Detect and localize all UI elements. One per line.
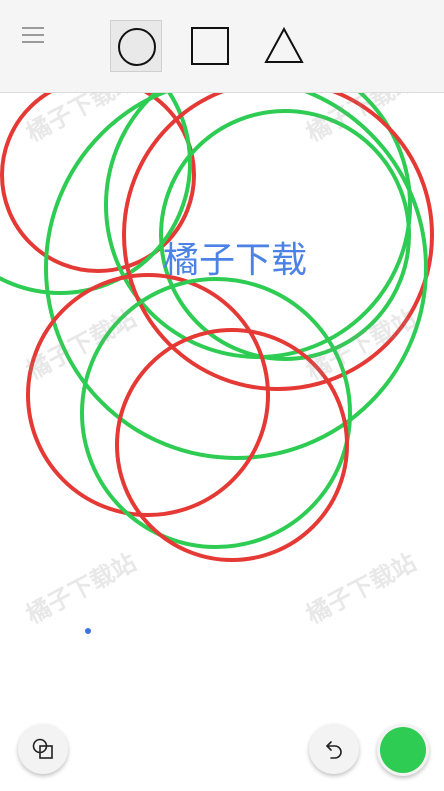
- shapes-overlap-icon: [32, 738, 53, 759]
- drawn-circle-red: [115, 328, 349, 562]
- current-color-swatch: [380, 727, 426, 773]
- shapes-toggle-button[interactable]: [18, 724, 68, 774]
- hamburger-menu-icon[interactable]: [20, 24, 48, 48]
- drawn-circle-green: [104, 93, 412, 359]
- undo-button[interactable]: [309, 724, 359, 774]
- center-text-label: 橘子下载: [163, 240, 308, 281]
- top-toolbar: [0, 0, 444, 93]
- blue-dot: [85, 628, 91, 634]
- circle-icon: [118, 28, 156, 66]
- undo-icon: [326, 741, 342, 759]
- triangle-icon: [264, 26, 304, 63]
- drawing-canvas[interactable]: 橘子下载站 橘子下载站 橘子下载站 橘子下载站 橘子下载站 橘子下载站 橘子下载: [0, 93, 444, 791]
- square-icon: [191, 27, 229, 65]
- triangle-tool-button[interactable]: [258, 20, 310, 72]
- shapes-layer: [0, 93, 434, 562]
- square-tool-button[interactable]: [184, 20, 236, 72]
- color-picker-button[interactable]: [377, 724, 429, 776]
- drawn-circle-green: [0, 93, 192, 295]
- circle-tool-button[interactable]: [110, 20, 162, 72]
